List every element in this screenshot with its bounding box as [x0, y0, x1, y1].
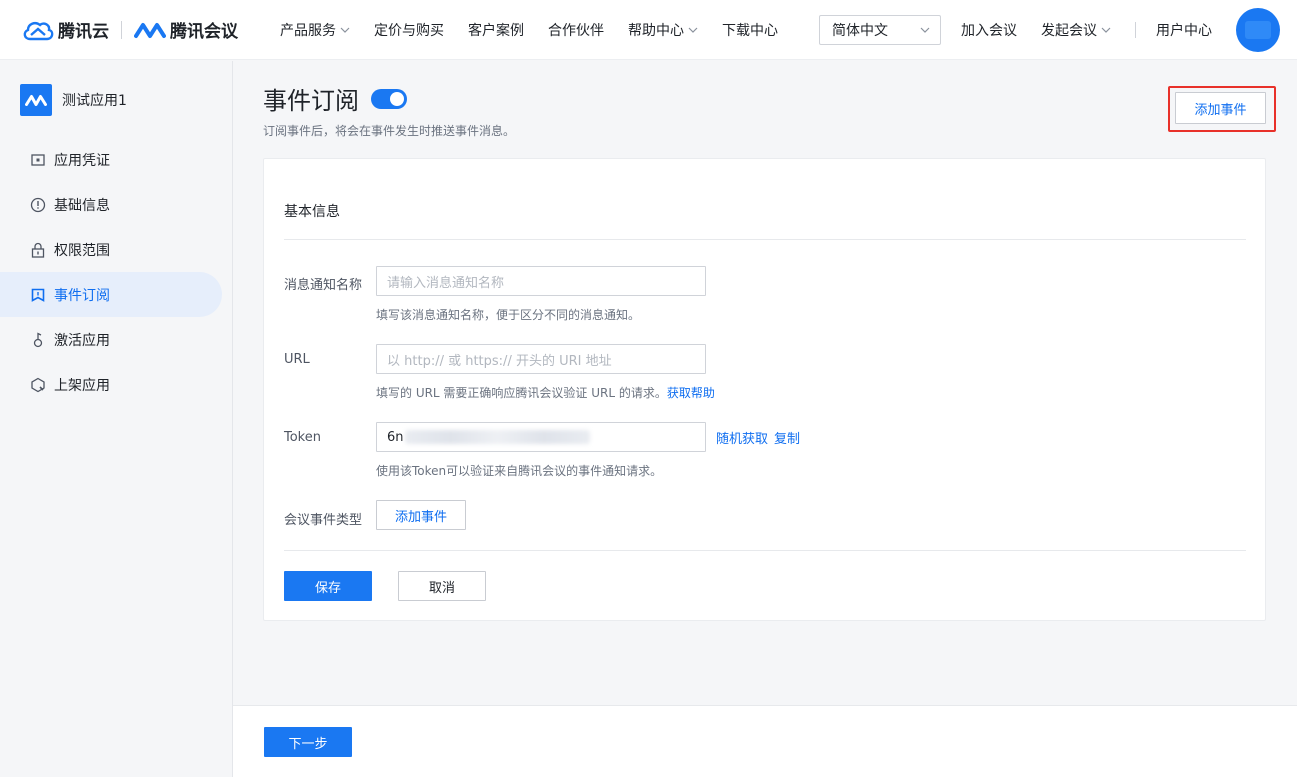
- url-help-text: 填写的 URL 需要正确响应腾讯会议验证 URL 的请求。: [376, 386, 667, 400]
- subscription-toggle[interactable]: [371, 88, 407, 109]
- page-subtitle: 订阅事件后，将会在事件发生时推送事件消息。: [263, 124, 516, 138]
- sidebar-item-credentials[interactable]: 应用凭证: [0, 137, 222, 182]
- sidebar-item-label: 激活应用: [54, 332, 110, 349]
- sidebar-item-label: 应用凭证: [54, 152, 110, 169]
- token-label: Token: [284, 430, 321, 445]
- sidebar-item-permissions[interactable]: 权限范围: [0, 227, 222, 272]
- publish-icon: [30, 377, 46, 393]
- token-input[interactable]: 6n: [376, 422, 706, 452]
- main-nav: 产品服务 定价与购买 客户案例 合作伙伴 帮助中心 下载中心: [280, 0, 802, 60]
- tencent-meeting-logo-icon: [134, 22, 166, 38]
- join-meeting-link[interactable]: 加入会议: [961, 20, 1017, 40]
- bookmark-icon: [30, 287, 46, 303]
- app-logo-icon: [20, 84, 52, 116]
- actions-divider: [284, 550, 1246, 551]
- chevron-down-icon: [1101, 27, 1111, 33]
- avatar[interactable]: [1236, 8, 1280, 52]
- sidebar-item-basic-info[interactable]: 基础信息: [0, 182, 222, 227]
- sidebar-item-label: 事件订阅: [54, 287, 110, 304]
- brand[interactable]: 腾讯云 腾讯会议: [22, 17, 238, 42]
- start-meeting-menu[interactable]: 发起会议: [1041, 20, 1111, 40]
- nav-item-partners[interactable]: 合作伙伴: [548, 20, 604, 40]
- nav-item-download[interactable]: 下载中心: [722, 20, 778, 40]
- sidebar-item-label: 权限范围: [54, 242, 110, 259]
- tencent-meeting-name: 腾讯会议: [170, 22, 238, 42]
- save-button[interactable]: 保存: [284, 571, 372, 601]
- add-event-button[interactable]: 添加事件: [376, 500, 466, 530]
- nav-item-label: 下载中心: [722, 22, 778, 39]
- get-help-link[interactable]: 获取帮助: [667, 386, 715, 400]
- nav-item-products[interactable]: 产品服务: [280, 20, 350, 40]
- url-placeholder: 以 http:// 或 https:// 开头的 URI 地址: [387, 353, 612, 369]
- notification-name-input[interactable]: 请输入消息通知名称: [376, 266, 706, 296]
- url-help: 填写的 URL 需要正确响应腾讯会议验证 URL 的请求。获取帮助: [376, 384, 715, 401]
- credential-icon: [30, 152, 46, 168]
- page-title: 事件订阅: [263, 87, 359, 115]
- lock-icon: [30, 242, 46, 258]
- nav-item-cases[interactable]: 客户案例: [468, 20, 524, 40]
- nav-item-label: 帮助中心: [628, 22, 684, 39]
- nav-item-label: 定价与购买: [374, 22, 444, 39]
- chevron-down-icon: [340, 27, 350, 33]
- section-title: 基本信息: [284, 204, 340, 220]
- brand-divider: [121, 20, 122, 39]
- app-header: 测试应用1: [0, 61, 232, 139]
- name-help: 填写该消息通知名称，便于区分不同的消息通知。: [376, 308, 641, 322]
- cancel-button[interactable]: 取消: [398, 571, 486, 601]
- url-input[interactable]: 以 http:// 或 https:// 开头的 URI 地址: [376, 344, 706, 374]
- tencent-cloud-name: 腾讯云: [58, 22, 109, 42]
- top-navbar: 腾讯云 腾讯会议 产品服务 定价与购买 客户案例 合作伙伴 帮助中心 下载中心: [0, 0, 1297, 60]
- name-placeholder: 请输入消息通知名称: [387, 275, 505, 291]
- toggle-knob: [390, 91, 404, 106]
- sidebar-item-label: 基础信息: [54, 197, 110, 214]
- nav-item-pricing[interactable]: 定价与购买: [374, 20, 444, 40]
- name-label: 消息通知名称: [284, 278, 363, 293]
- info-circle-icon: [30, 197, 46, 213]
- footer-bar: 下一步: [233, 705, 1297, 777]
- form-card: 基本信息 消息通知名称 请输入消息通知名称 填写该消息通知名称，便于区分不同的消…: [263, 158, 1266, 621]
- url-label: URL: [284, 352, 310, 367]
- user-center-link[interactable]: 用户中心: [1156, 20, 1212, 40]
- sidebar-item-event-subscription[interactable]: 事件订阅: [0, 272, 222, 317]
- add-event-button-top[interactable]: 添加事件: [1175, 92, 1266, 124]
- random-token-link[interactable]: 随机获取: [716, 428, 768, 447]
- nav-item-help[interactable]: 帮助中心: [628, 20, 698, 40]
- tencent-cloud-logo-icon: [23, 21, 54, 40]
- sidebar-item-activate[interactable]: 激活应用: [0, 317, 222, 362]
- event-type-label: 会议事件类型: [284, 513, 363, 528]
- copy-token-link[interactable]: 复制: [774, 428, 800, 447]
- token-help: 使用该Token可以验证来自腾讯会议的事件通知请求。: [376, 464, 663, 478]
- side-menu: 应用凭证 基础信息 权限范围 事件订阅 激活应用 上架应用: [0, 137, 232, 407]
- language-select[interactable]: 简体中文: [819, 15, 941, 45]
- start-meeting-label: 发起会议: [1041, 23, 1097, 39]
- chevron-down-icon: [688, 27, 698, 33]
- sidebar-item-label: 上架应用: [54, 377, 110, 394]
- next-step-button[interactable]: 下一步: [264, 727, 352, 757]
- nav-item-label: 产品服务: [280, 22, 336, 39]
- chevron-down-icon: [920, 27, 930, 33]
- activate-icon: [30, 331, 46, 348]
- main-content: 事件订阅 订阅事件后，将会在事件发生时推送事件消息。 添加事件 基本信息 消息通…: [233, 61, 1297, 777]
- token-redacted: [404, 430, 590, 444]
- app-name: 测试应用1: [62, 93, 127, 109]
- sidebar: 测试应用1 应用凭证 基础信息 权限范围 事件订阅 激活应用 上架应用: [0, 61, 233, 777]
- page-title-row: 事件订阅: [263, 81, 407, 116]
- nav-item-label: 合作伙伴: [548, 22, 604, 39]
- sidebar-item-publish[interactable]: 上架应用: [0, 362, 222, 407]
- section-divider: [284, 239, 1246, 240]
- right-nav: 简体中文 加入会议 发起会议 用户中心: [819, 0, 1297, 60]
- language-value: 简体中文: [832, 23, 888, 39]
- token-value: 6n: [387, 429, 404, 445]
- nav-item-label: 客户案例: [468, 22, 524, 39]
- nav-divider: [1135, 22, 1136, 38]
